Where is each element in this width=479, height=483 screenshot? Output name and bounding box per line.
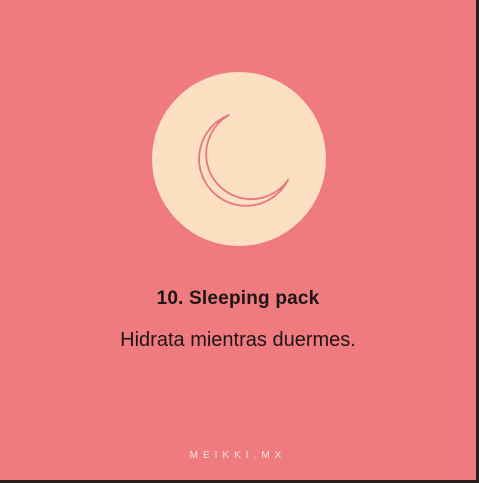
tip-card: 10. Sleeping pack Hidrata mientras duerm… — [0, 0, 479, 483]
tip-title: 10. Sleeping pack — [156, 288, 320, 309]
brand-label: MEIKKI.MX — [189, 450, 287, 461]
crescent-moon-icon — [198, 114, 289, 207]
moon-badge — [152, 72, 326, 246]
tip-description: Hidrata mientras duermes. — [120, 329, 356, 351]
